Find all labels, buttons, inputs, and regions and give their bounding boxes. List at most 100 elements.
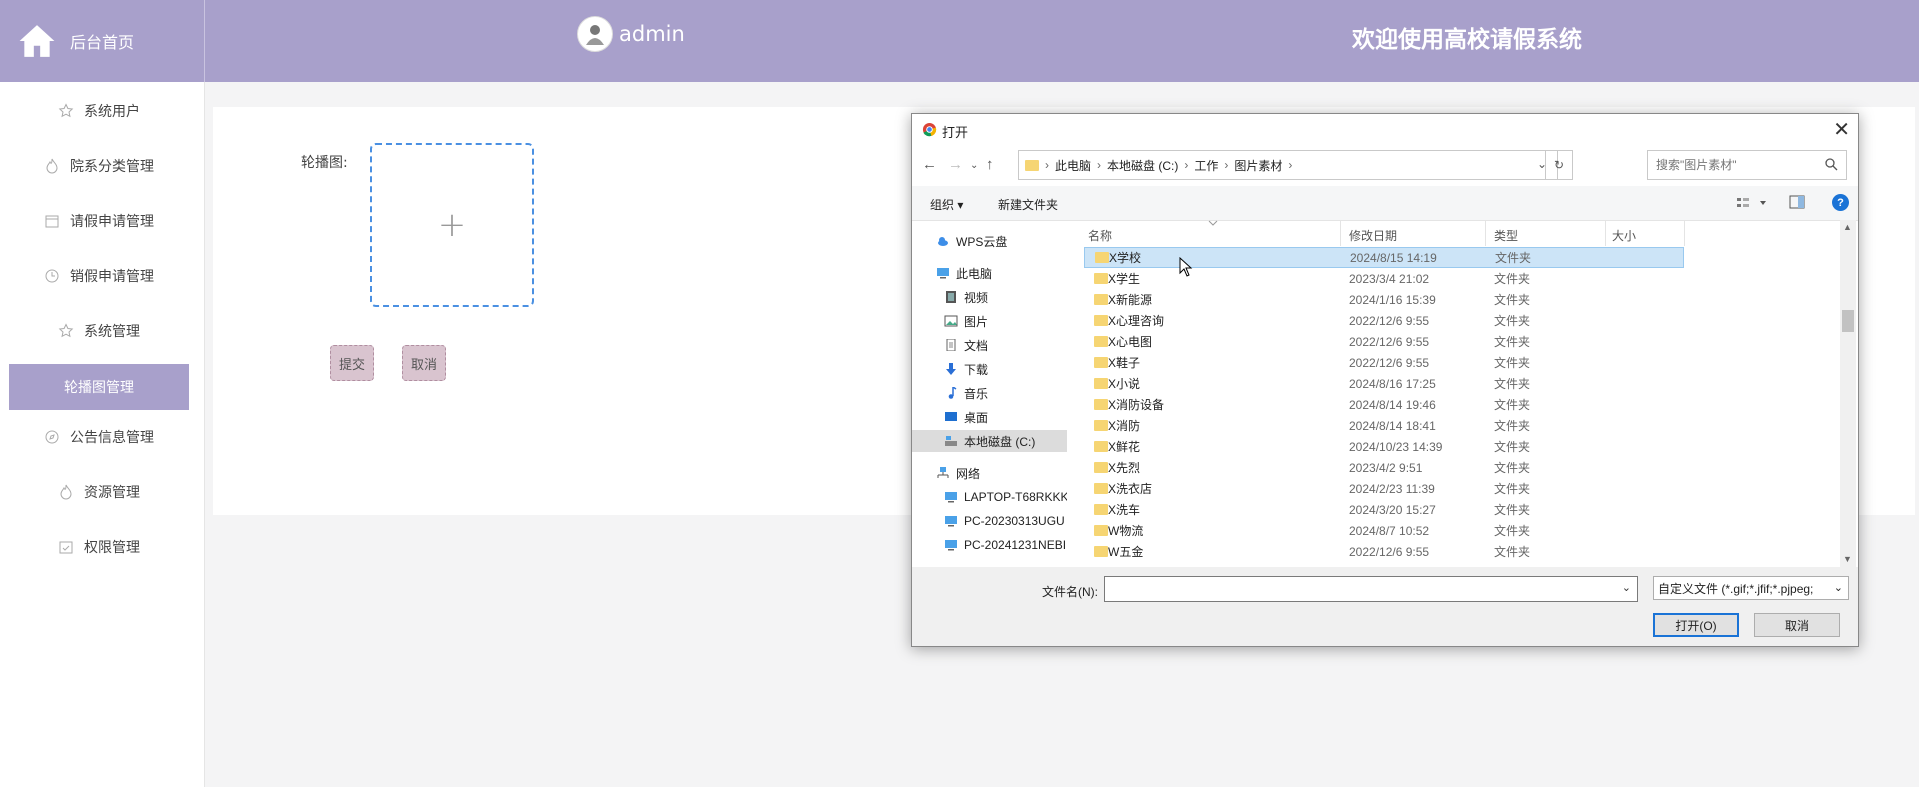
check-calendar-icon — [59, 541, 73, 554]
file-row[interactable]: X先烈 2023/4/2 9:51 文件夹 — [1084, 457, 1684, 478]
nav-item-local-disk-c[interactable]: 本地磁盘 (C:) — [912, 430, 1067, 452]
file-type: 文件夹 — [1494, 356, 1531, 370]
nav-item-wps-cloud[interactable]: WPS云盘 — [936, 230, 1007, 252]
dialog-title-bar[interactable]: 打开 ✕ — [912, 114, 1858, 144]
file-row[interactable]: X学校 2024/8/15 14:19 文件夹 — [1084, 247, 1684, 268]
vertical-scrollbar[interactable]: ▲ ▼ — [1840, 220, 1856, 567]
flame-icon — [60, 484, 72, 500]
breadcrumb-item[interactable]: 图片素材 — [1234, 157, 1282, 174]
clock-icon — [45, 269, 59, 283]
sidebar-item-return-requests[interactable]: 销假申请管理 — [9, 253, 189, 299]
nav-item-label: 文档 — [964, 338, 989, 353]
picture-icon — [944, 315, 958, 327]
filename-input[interactable] — [1109, 579, 1613, 601]
filename-field[interactable]: ⌄ — [1104, 576, 1638, 602]
back-arrow-icon[interactable]: ← — [922, 156, 937, 173]
nav-item-pictures[interactable]: 图片 — [944, 310, 988, 332]
file-row[interactable]: X小说 2024/8/16 17:25 文件夹 — [1084, 373, 1684, 394]
nav-item-network-pc[interactable]: PC-20241231NEBI — [944, 534, 1066, 556]
column-header-name[interactable]: 名称 — [1088, 227, 1112, 244]
up-arrow-icon[interactable]: ↑ — [986, 156, 994, 173]
recent-locations-chevron-icon[interactable]: ⌄ — [970, 160, 978, 171]
open-button[interactable]: 打开(O) — [1653, 613, 1739, 637]
file-type: 文件夹 — [1494, 482, 1531, 496]
sidebar-item-label: 资源管理 — [84, 485, 140, 501]
nav-item-network[interactable]: 网络 — [936, 462, 980, 484]
file-row[interactable]: X心电图 2022/12/6 9:55 文件夹 — [1084, 331, 1684, 352]
file-row[interactable]: X消防 2024/8/14 18:41 文件夹 — [1084, 415, 1684, 436]
file-row[interactable]: X新能源 2024/1/16 15:39 文件夹 — [1084, 289, 1684, 310]
close-icon[interactable]: ✕ — [1833, 117, 1850, 142]
download-icon — [946, 363, 956, 375]
nav-item-documents[interactable]: 文档 — [944, 334, 988, 356]
file-row[interactable]: X心理咨询 2022/12/6 9:55 文件夹 — [1084, 310, 1684, 331]
sidebar-item-system-users[interactable]: 系统用户 — [9, 88, 189, 134]
file-row[interactable]: X鲜花 2024/10/23 14:39 文件夹 — [1084, 436, 1684, 457]
image-upload-area[interactable]: + — [370, 143, 534, 307]
forward-arrow-icon[interactable]: → — [948, 156, 963, 173]
file-type: 文件夹 — [1494, 503, 1531, 517]
nav-item-this-pc[interactable]: 此电脑 — [936, 262, 992, 284]
view-options-icon[interactable] — [1736, 196, 1770, 210]
nav-item-network-pc[interactable]: LAPTOP-T68RKKK — [944, 486, 1067, 508]
file-row[interactable]: W物流 2024/8/7 10:52 文件夹 — [1084, 520, 1684, 541]
search-box[interactable] — [1647, 150, 1847, 180]
sidebar-item-departments[interactable]: 院系分类管理 — [9, 143, 189, 189]
sidebar-item-system-management[interactable]: 系统管理 — [9, 308, 189, 354]
breadcrumb-item[interactable]: 工作 — [1194, 157, 1218, 174]
sidebar-item-leave-requests[interactable]: 请假申请管理 — [9, 198, 189, 244]
file-name: W物流 — [1108, 524, 1144, 538]
file-row[interactable]: X学生 2023/3/4 21:02 文件夹 — [1084, 268, 1684, 289]
file-type: 文件夹 — [1494, 419, 1531, 433]
nav-item-videos[interactable]: 视频 — [944, 286, 988, 308]
cancel-button[interactable]: 取消 — [402, 345, 447, 381]
file-row[interactable]: X鞋子 2022/12/6 9:55 文件夹 — [1084, 352, 1684, 373]
file-type-select[interactable]: 自定义文件 (*.gif;*.jfif;*.pjpeg; ⌄ — [1653, 576, 1849, 600]
dialog-cancel-button[interactable]: 取消 — [1754, 613, 1840, 637]
preview-pane-icon[interactable] — [1789, 195, 1805, 209]
user-menu[interactable]: admin — [577, 16, 685, 52]
folder-icon — [1094, 441, 1108, 452]
file-row[interactable]: X洗车 2024/3/20 15:27 文件夹 — [1084, 499, 1684, 520]
file-row[interactable]: W五金 2022/12/6 9:55 文件夹 — [1084, 541, 1684, 562]
submit-button[interactable]: 提交 — [330, 345, 375, 381]
scroll-up-icon[interactable]: ▲ — [1843, 222, 1852, 232]
nav-item-music[interactable]: 音乐 — [944, 382, 988, 404]
sidebar: 系统用户 院系分类管理 请假申请管理 销假申请管理 系统管理 轮播图管理 公告信… — [0, 82, 205, 787]
file-row[interactable]: X洗衣店 2024/2/23 11:39 文件夹 — [1084, 478, 1684, 499]
chevron-down-icon[interactable]: ⌄ — [1622, 581, 1631, 594]
scroll-down-icon[interactable]: ▼ — [1843, 554, 1852, 564]
column-header-type[interactable]: 类型 — [1494, 227, 1518, 244]
file-type: 文件夹 — [1494, 398, 1531, 412]
file-name: X洗衣店 — [1108, 482, 1153, 496]
column-divider[interactable] — [1684, 220, 1685, 246]
nav-item-network-pc[interactable]: PC-20230313UGU — [944, 510, 1065, 532]
home-link[interactable]: 后台首页 — [0, 0, 205, 82]
sidebar-item-resources[interactable]: 资源管理 — [9, 469, 189, 515]
scrollbar-thumb[interactable] — [1842, 310, 1854, 332]
column-header-date[interactable]: 修改日期 — [1349, 227, 1397, 244]
file-row[interactable]: X消防设备 2024/8/14 19:46 文件夹 — [1084, 394, 1684, 415]
sidebar-item-announcements[interactable]: 公告信息管理 — [9, 414, 189, 460]
sidebar-item-permissions[interactable]: 权限管理 — [9, 524, 189, 570]
folder-icon — [1095, 252, 1109, 263]
breadcrumb-separator: › — [1288, 158, 1293, 172]
nav-item-desktop[interactable]: 桌面 — [944, 406, 988, 428]
file-date: 2022/12/6 9:55 — [1349, 355, 1430, 370]
column-divider[interactable] — [1605, 220, 1606, 246]
nav-item-label: LAPTOP-T68RKKK — [964, 490, 1067, 504]
help-icon[interactable]: ? — [1832, 194, 1849, 211]
column-header-size[interactable]: 大小 — [1612, 227, 1636, 244]
column-divider[interactable] — [1485, 220, 1486, 246]
address-bar[interactable]: › 此电脑 › 本地磁盘 (C:) › 工作 › 图片素材 › ⌄ — [1018, 150, 1558, 180]
chevron-down-icon: ⌄ — [1833, 582, 1843, 594]
sidebar-item-carousel[interactable]: 轮播图管理 — [9, 364, 189, 410]
search-input[interactable] — [1654, 157, 1818, 173]
breadcrumb-item[interactable]: 此电脑 — [1055, 157, 1091, 174]
refresh-button[interactable]: ↻ — [1545, 150, 1573, 180]
organize-menu[interactable]: 组织 ▾ — [930, 196, 963, 213]
breadcrumb-item[interactable]: 本地磁盘 (C:) — [1107, 157, 1178, 174]
column-divider[interactable] — [1340, 220, 1341, 246]
nav-item-downloads[interactable]: 下载 — [944, 358, 988, 380]
new-folder-button[interactable]: 新建文件夹 — [998, 196, 1058, 213]
